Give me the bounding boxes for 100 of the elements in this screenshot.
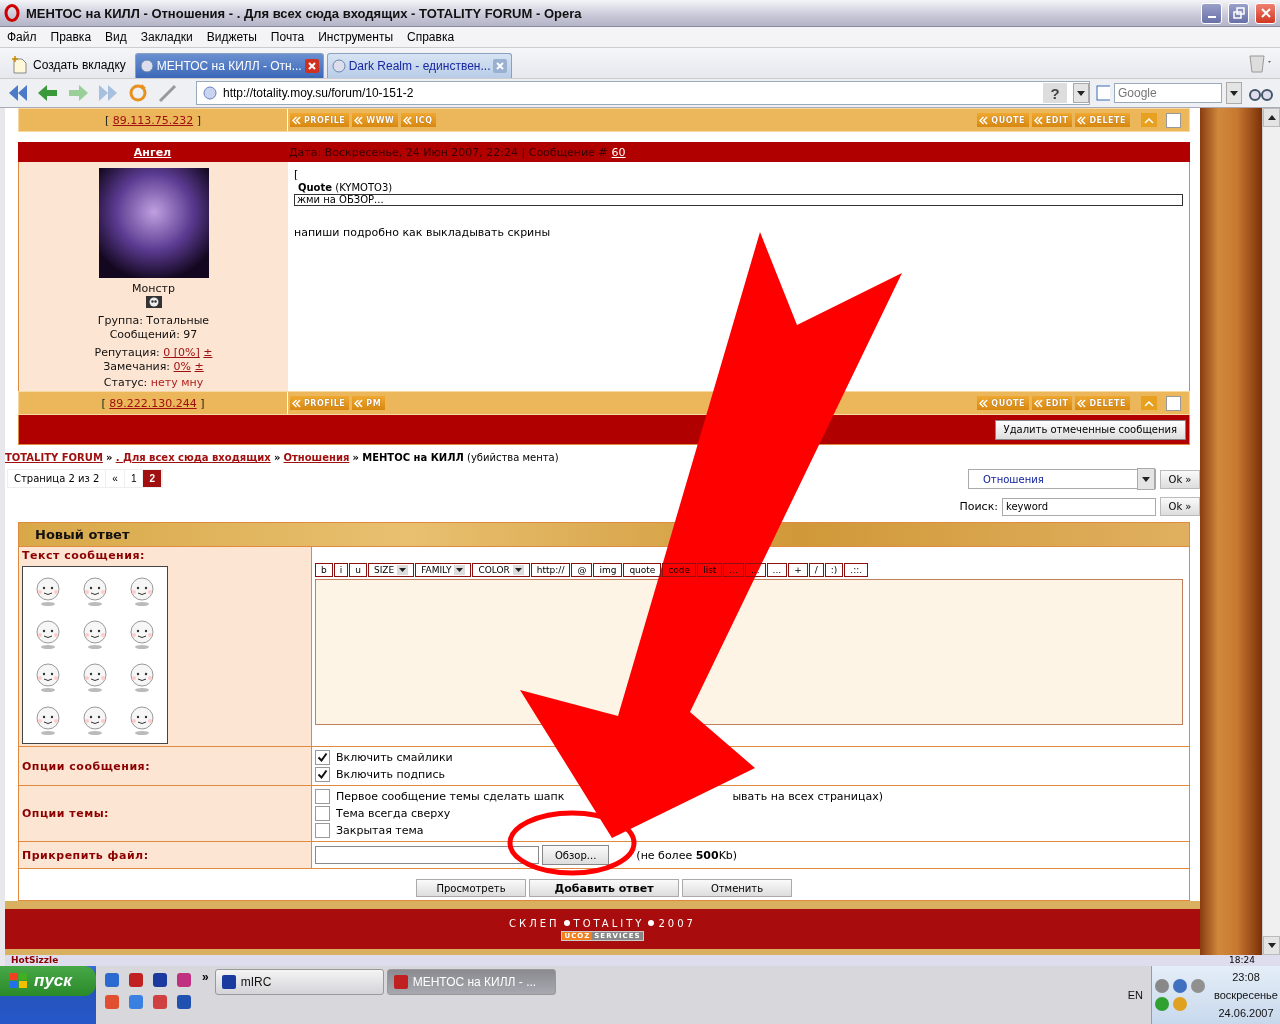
format-button[interactable]: ...: [744, 563, 766, 577]
author-name[interactable]: Ангел: [18, 142, 287, 162]
checkbox-label: Тема всегда сверху: [336, 807, 451, 820]
checkbox[interactable]: [315, 750, 330, 765]
dropdown-button[interactable]: [1137, 468, 1155, 490]
page-link[interactable]: 2: [143, 470, 163, 487]
remarks-link[interactable]: 0%: [173, 360, 191, 373]
scroll-down-icon[interactable]: [1267, 943, 1276, 948]
format-button[interactable]: ...: [766, 563, 788, 577]
format-button[interactable]: i: [333, 563, 349, 577]
app-icon[interactable]: [176, 994, 192, 1010]
help-button[interactable]: ?: [1043, 83, 1067, 103]
close-button[interactable]: [1255, 2, 1276, 24]
menu-item[interactable]: Файл: [0, 30, 44, 44]
form-button[interactable]: Отменить: [682, 879, 792, 897]
breadcrumb-link[interactable]: Отношения: [283, 452, 350, 463]
breadcrumb-link[interactable]: . Для всех сюда входящих: [115, 452, 271, 463]
search-field[interactable]: Google: [1114, 83, 1222, 103]
dropdown-button[interactable]: [1073, 83, 1089, 103]
minimize-button[interactable]: [1201, 2, 1222, 24]
format-button[interactable]: @: [571, 563, 593, 577]
menu-item[interactable]: Правка: [43, 30, 99, 44]
browser-tab[interactable]: МЕНТОС на КИЛЛ - Отн...: [134, 53, 324, 78]
start-button[interactable]: пуск: [0, 966, 96, 996]
close-icon[interactable]: [304, 59, 319, 73]
browser-tab[interactable]: Dark Realm - единствен...: [326, 53, 513, 78]
ip-link[interactable]: 89.222.130.244: [109, 396, 197, 410]
chevron-icon: [1033, 398, 1043, 408]
app-icon[interactable]: [176, 972, 192, 988]
menu-item[interactable]: Виджеты: [199, 30, 264, 44]
new-tab-button[interactable]: Создать вкладку: [6, 52, 132, 78]
scroll-up-button[interactable]: [1141, 396, 1157, 410]
file-field[interactable]: [315, 846, 539, 864]
menu-item[interactable]: Инструменты: [311, 30, 400, 44]
trash-icon[interactable]: [1248, 52, 1274, 74]
breadcrumb-link[interactable]: TOTALITY FORUM: [5, 452, 103, 463]
checkbox[interactable]: [315, 806, 330, 821]
format-select[interactable]: FAMILY: [415, 563, 472, 577]
dropdown-button[interactable]: [1226, 82, 1242, 104]
tray-icon[interactable]: [1154, 978, 1170, 994]
menu-item[interactable]: Закладки: [133, 30, 200, 44]
format-button[interactable]: :): [824, 563, 844, 577]
form-button[interactable]: Просмотреть: [416, 879, 526, 897]
format-button[interactable]: u: [349, 563, 367, 577]
search-field[interactable]: keyword: [1002, 497, 1156, 516]
ip-link[interactable]: 89.113.75.232: [112, 113, 194, 127]
app-icon[interactable]: [152, 972, 168, 988]
browse-button[interactable]: Обзор...: [542, 845, 610, 865]
format-button[interactable]: /: [808, 563, 824, 577]
menu-item[interactable]: Вид: [98, 30, 134, 44]
checkbox[interactable]: [315, 767, 330, 782]
forward-arrow-icon[interactable]: [66, 82, 90, 104]
restore-button[interactable]: [1228, 2, 1249, 24]
reputation-change-link[interactable]: ±: [203, 346, 213, 359]
tray-icon[interactable]: [1172, 996, 1188, 1012]
tray-icon[interactable]: [1172, 978, 1188, 994]
taskbar-button[interactable]: mIRC: [214, 969, 384, 995]
app-icon[interactable]: [128, 972, 144, 988]
back-arrow-icon[interactable]: [36, 82, 60, 104]
ok-button[interactable]: Ok »: [1160, 469, 1200, 489]
select-checkbox[interactable]: [1166, 112, 1181, 128]
language-indicator[interactable]: EN: [1127, 989, 1143, 1001]
checkbox[interactable]: [315, 789, 330, 804]
format-button[interactable]: ...: [723, 563, 744, 577]
breadcrumb: TOTALITY FORUM » . Для всех сюда входящих » Отношения » МЕНТОС на КИЛЛ (убийства мента): [5, 452, 560, 463]
app-icon[interactable]: [104, 972, 120, 988]
remarks-change-link[interactable]: ±: [194, 360, 204, 373]
form-button[interactable]: Добавить ответ: [529, 879, 679, 897]
format-button[interactable]: +: [788, 563, 808, 577]
post-meta: Дата: Воскресенье, 24 Июн 2007, 22:24 | Сообщение # 60: [288, 144, 627, 161]
format-button[interactable]: .::.: [844, 563, 869, 577]
menu-item[interactable]: Почта: [263, 30, 312, 44]
select-checkbox[interactable]: [1166, 395, 1181, 411]
ok-button[interactable]: Ok »: [1160, 497, 1200, 516]
reputation-link[interactable]: 0 [0%]: [163, 346, 200, 359]
app-icon[interactable]: [152, 994, 168, 1010]
scroll-up-icon[interactable]: [1267, 115, 1276, 120]
format-select[interactable]: SIZE: [367, 563, 415, 577]
format-button[interactable]: list: [697, 563, 723, 577]
checkbox[interactable]: [315, 823, 330, 838]
forum-jump-select[interactable]: Отношения: [968, 469, 1156, 489]
format-button[interactable]: code: [662, 563, 697, 577]
menu-item[interactable]: Справка: [400, 30, 462, 44]
scroll-up-button[interactable]: [1141, 113, 1157, 127]
search-engine-icon: [1096, 85, 1110, 101]
post-number-link[interactable]: 60: [611, 145, 626, 159]
more-button[interactable]: »: [202, 966, 215, 984]
checkbox-label: Включить подпись: [336, 768, 445, 781]
tray-icon[interactable]: [1190, 978, 1206, 994]
scrollbar[interactable]: [1262, 108, 1280, 955]
format-button[interactable]: quote: [623, 563, 662, 577]
delete-selected-button[interactable]: Удалить отмеченные сообщения: [994, 419, 1186, 440]
size-limit: (не более 500Kb): [636, 848, 738, 862]
address-field[interactable]: http://totality.moy.su/forum/10-151-2 ?: [196, 81, 1090, 105]
format-button[interactable]: img: [593, 563, 623, 577]
tray-icon[interactable]: [1154, 996, 1170, 1012]
format-button[interactable]: b: [315, 563, 333, 577]
format-button[interactable]: http://: [530, 563, 571, 577]
caret-icon: [1230, 90, 1238, 96]
format-select[interactable]: COLOR: [472, 563, 530, 577]
